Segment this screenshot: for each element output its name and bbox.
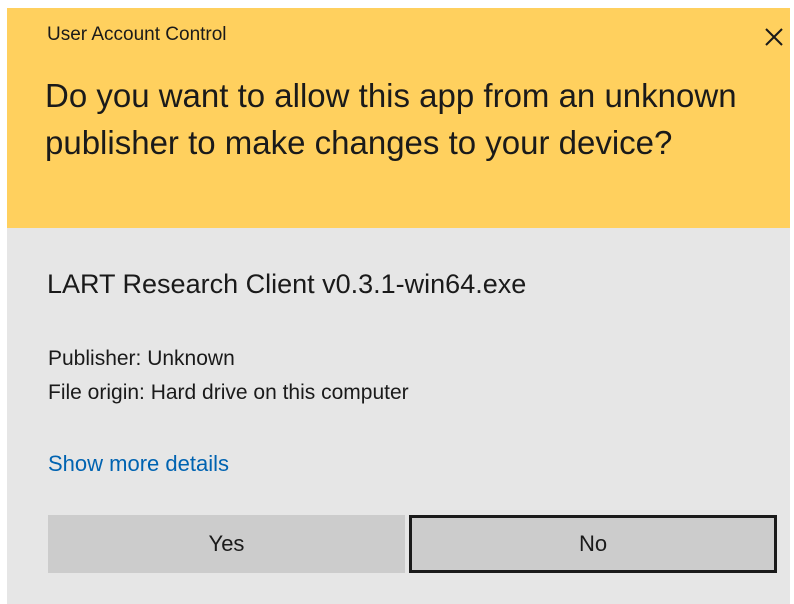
show-more-details-link[interactable]: Show more details [48, 451, 229, 477]
dialog-title: User Account Control [47, 24, 227, 45]
yes-button[interactable]: Yes [48, 515, 405, 573]
publisher-info: Publisher: Unknown [48, 347, 235, 370]
close-icon [765, 28, 783, 46]
uac-dialog: User Account Control Do you want to allo… [7, 8, 790, 604]
app-name: LART Research Client v0.3.1-win64.exe [47, 269, 527, 299]
no-button[interactable]: No [409, 515, 777, 573]
dialog-header: User Account Control Do you want to allo… [7, 8, 790, 228]
close-button[interactable] [759, 22, 789, 52]
prompt-question: Do you want to allow this app from an un… [45, 77, 737, 161]
file-origin-info: File origin: Hard drive on this computer [48, 381, 409, 404]
